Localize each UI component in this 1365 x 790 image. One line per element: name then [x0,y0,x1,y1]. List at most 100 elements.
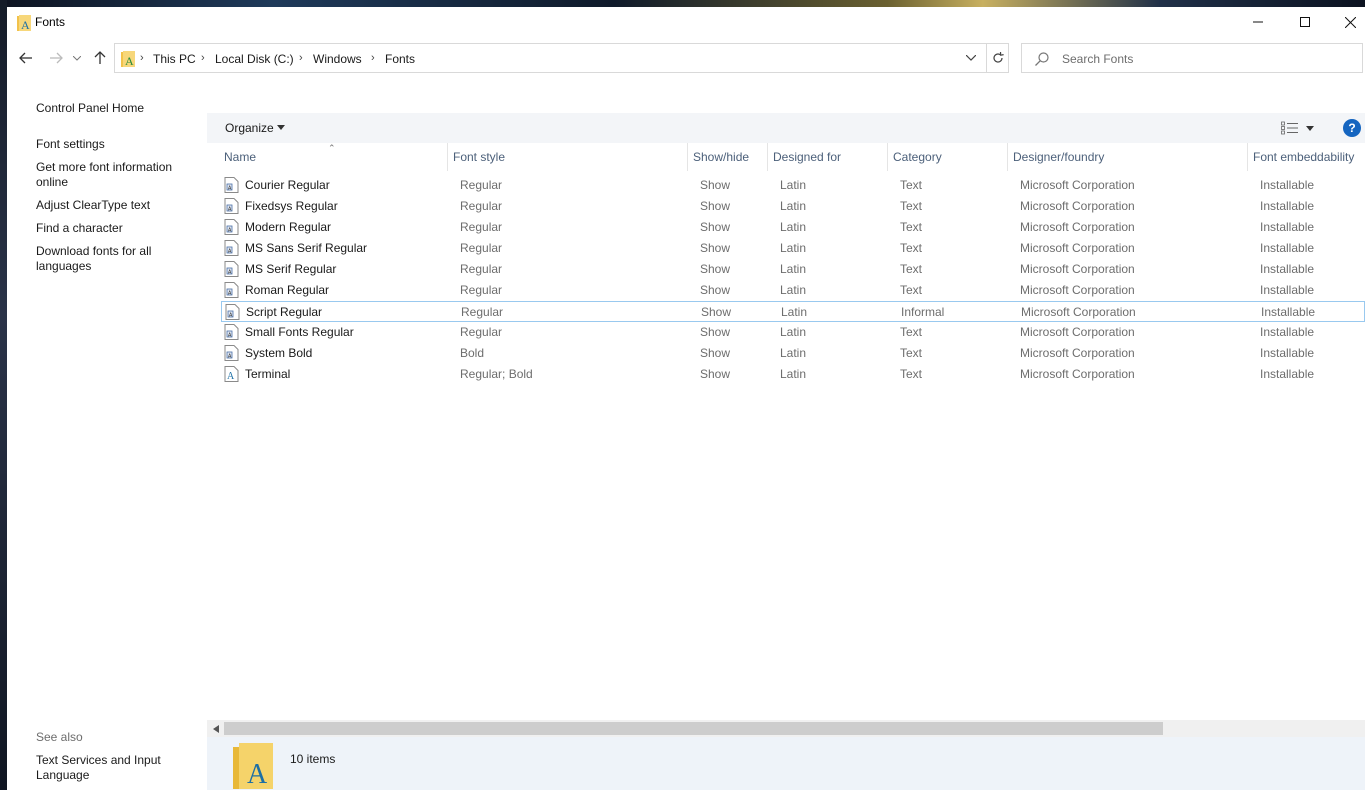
column-divider[interactable] [687,143,688,171]
caret-down-icon[interactable] [1306,126,1314,131]
cell-designer: Microsoft Corporation [1020,220,1135,234]
column-header-name[interactable]: Name [224,150,256,164]
arrow-up-icon [94,51,106,64]
cell-category: Text [900,262,923,276]
cell-embeddability: Installable [1260,367,1315,381]
close-icon [1344,16,1356,28]
cell-show-hide: Show [700,262,731,276]
find-character-link[interactable]: Find a character [36,221,186,236]
details-pane: A 10 items [207,737,1365,790]
search-input[interactable]: Search Fonts [1062,52,1133,66]
cell-embeddability: Installable [1260,220,1315,234]
column-header-show-hide[interactable]: Show/hide [693,150,749,164]
close-button[interactable] [1327,7,1365,37]
breadcrumb-this-pc[interactable]: This PC [153,52,196,66]
column-divider[interactable] [1247,143,1248,171]
chevron-right-icon[interactable]: › [201,52,205,64]
adjust-cleartype-link[interactable]: Adjust ClearType text [36,198,186,213]
text-services-link[interactable]: Text Services and Input Language [36,753,186,783]
fonts-folder-icon: A [17,15,31,31]
chevron-down-icon [73,55,81,61]
help-icon[interactable]: ? [1343,119,1361,137]
back-button[interactable] [15,47,37,69]
refresh-button[interactable] [987,44,1009,72]
cell-embeddability: Installable [1260,262,1315,276]
cell-designed-for: Latin [780,367,807,381]
font-file-icon: A [224,240,239,256]
more-font-info-link[interactable]: Get more font information online [36,160,186,190]
cell-designed-for: Latin [780,346,807,360]
chevron-right-icon[interactable]: › [299,52,303,64]
cell-show-hide: Show [700,367,731,381]
column-header-embeddability[interactable]: Font embeddability [1253,150,1354,164]
table-row[interactable]: A Terminal Regular; Bold Show Latin Text Micro… [221,364,1365,385]
svg-text:A: A [247,759,268,789]
cell-embeddability: Installable [1261,305,1316,319]
breadcrumb-fonts[interactable]: Fonts [385,52,415,66]
cell-name: Modern Regular [245,220,332,234]
address-history-dropdown[interactable] [958,44,984,72]
recent-locations-button[interactable] [69,47,85,69]
download-fonts-link[interactable]: Download fonts for all languages [36,244,186,274]
cell-designed-for: Latin [781,305,808,319]
cell-font-style: Regular [460,241,503,255]
font-file-a-icon: A [224,366,239,382]
svg-text:A: A [125,54,134,67]
column-divider[interactable] [1007,143,1008,171]
cell-designer: Microsoft Corporation [1020,199,1135,213]
up-button[interactable] [89,47,111,69]
table-row[interactable]: A Roman Regular Regular Show Latin Text Micros… [221,280,1365,301]
column-header-designed-for[interactable]: Designed for [773,150,841,164]
cell-show-hide: Show [700,325,731,339]
column-divider[interactable] [447,143,448,171]
cell-designer: Microsoft Corporation [1020,346,1135,360]
cell-font-style: Bold [460,346,485,360]
cell-designed-for: Latin [780,283,807,297]
window-title: Fonts [35,15,66,29]
scrollbar-thumb[interactable] [224,722,1163,735]
title-bar[interactable]: A Fonts [7,7,1365,37]
forward-button[interactable] [45,47,67,69]
column-divider[interactable] [887,143,888,171]
table-row[interactable]: A Script Regular Regular Show Latin Informal M… [221,301,1365,322]
cell-font-style: Regular [460,220,503,234]
table-row[interactable]: A MS Serif Regular Regular Show Latin Text Mic… [221,259,1365,280]
font-settings-link[interactable]: Font settings [36,137,186,152]
column-header-designer[interactable]: Designer/foundry [1013,150,1104,164]
caret-down-icon[interactable] [277,125,285,130]
maximize-button[interactable] [1282,7,1328,37]
cell-embeddability: Installable [1260,346,1315,360]
cell-category: Informal [901,305,945,319]
table-row[interactable]: A MS Sans Serif Regular Regular Show Latin Te… [221,238,1365,259]
details-view-icon[interactable] [1281,121,1299,135]
column-divider[interactable] [767,143,768,171]
breadcrumb-local-disk[interactable]: Local Disk (C:) [215,52,294,66]
cell-embeddability: Installable [1260,178,1315,192]
arrow-right-icon [50,52,63,64]
column-header-font-style[interactable]: Font style [453,150,505,164]
sort-ascending-icon: ⌃ [328,143,336,153]
scroll-left-button[interactable] [209,720,223,737]
horizontal-scrollbar[interactable] [207,720,1365,737]
cell-category: Text [900,199,923,213]
address-bar[interactable]: A › This PC › Local Disk (C:) › Windows … [114,43,1009,73]
organize-button[interactable]: Organize [225,121,274,135]
table-row[interactable]: A Courier Regular Regular Show Latin Text Micr… [221,175,1365,196]
table-row[interactable]: A System Bold Bold Show Latin Text Microsoft C… [221,343,1365,364]
control-panel-home-link[interactable]: Control Panel Home [36,101,186,116]
column-header-category[interactable]: Category [893,150,942,164]
table-row[interactable]: A Small Fonts Regular Regular Show Latin Text… [221,322,1365,343]
chevron-right-icon[interactable]: › [371,52,375,64]
table-row[interactable]: A Fixedsys Regular Regular Show Latin Text Mic… [221,196,1365,217]
cell-name: Fixedsys Regular [245,199,338,213]
item-count: 10 items [290,752,336,766]
search-box[interactable]: Search Fonts [1021,43,1363,73]
minimize-button[interactable] [1235,7,1281,37]
font-file-icon: A [224,198,239,214]
cell-designed-for: Latin [780,325,807,339]
cell-name: Terminal [245,367,291,381]
chevron-right-icon[interactable]: › [140,52,144,64]
breadcrumb-windows[interactable]: Windows [313,52,362,66]
cell-designed-for: Latin [780,262,807,276]
table-row[interactable]: A Modern Regular Regular Show Latin Text Micro… [221,217,1365,238]
